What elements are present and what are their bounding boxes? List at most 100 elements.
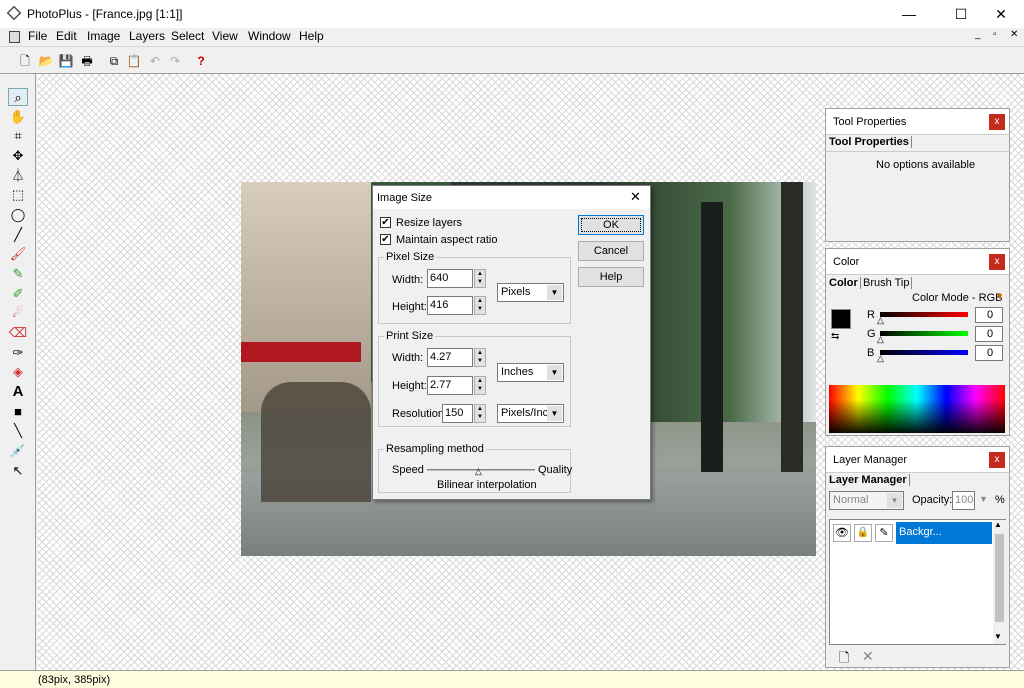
pixel-height-input[interactable]: 416 bbox=[427, 296, 473, 315]
resolution-unit-select[interactable]: Pixels/Inch ▼ bbox=[497, 404, 564, 423]
print-width-input[interactable]: 4.27 bbox=[427, 348, 473, 367]
opacity-input[interactable]: 100 bbox=[952, 491, 975, 510]
blue-slider[interactable] bbox=[880, 350, 968, 355]
move-icon[interactable]: ✥ bbox=[8, 147, 28, 165]
tab-layer-manager[interactable]: Layer Manager bbox=[829, 474, 910, 486]
color-mode-label[interactable]: Color Mode - RGB bbox=[912, 292, 1002, 304]
open-icon[interactable]: 📂 bbox=[37, 52, 55, 70]
rectangle-select-icon[interactable]: ⬚ bbox=[8, 186, 28, 204]
minimize-button[interactable]: — bbox=[886, 0, 932, 28]
clone-icon[interactable]: ✐ bbox=[8, 285, 28, 303]
print-icon[interactable]: 🖶 bbox=[78, 52, 96, 70]
eye-icon[interactable]: 👁 bbox=[833, 524, 851, 542]
pointer-icon[interactable]: ↖ bbox=[8, 462, 28, 480]
mdi-restore-button[interactable]: ▫ bbox=[993, 29, 997, 40]
layer-name[interactable]: Backgr... bbox=[896, 522, 992, 544]
redo-icon[interactable]: ↷ bbox=[166, 52, 184, 70]
copy-icon[interactable]: ⧉ bbox=[105, 52, 123, 70]
blue-value-input[interactable]: 0 bbox=[975, 345, 1003, 361]
delete-layer-icon[interactable]: ✕ bbox=[862, 648, 874, 665]
ellipse-select-icon[interactable]: ◯ bbox=[8, 206, 28, 224]
fill-icon[interactable]: ◈ bbox=[8, 363, 28, 381]
color-spectrum[interactable] bbox=[829, 385, 1005, 433]
blend-mode-select[interactable]: Normal ▼ bbox=[829, 491, 904, 510]
deform-icon[interactable]: ⏃ bbox=[8, 167, 28, 185]
menu-view[interactable]: View bbox=[212, 29, 238, 43]
red-value-input[interactable]: 0 bbox=[975, 307, 1003, 323]
blue-slider-thumb[interactable]: △ bbox=[877, 353, 884, 364]
color-close-button[interactable]: x bbox=[989, 254, 1005, 270]
pixel-width-spinner[interactable]: ▲ ▼ bbox=[474, 269, 486, 288]
pixel-width-input[interactable]: 640 bbox=[427, 269, 473, 288]
resampling-slider-thumb[interactable]: △ bbox=[475, 466, 482, 477]
crop-icon[interactable]: ⌗ bbox=[8, 127, 28, 145]
resize-layers-checkbox[interactable]: ✔ bbox=[380, 217, 391, 228]
resolution-spinner[interactable]: ▲ ▼ bbox=[474, 404, 486, 423]
tab-brush-tip[interactable]: Brush Tip bbox=[863, 277, 913, 289]
new-layer-icon[interactable]: 🗋 bbox=[839, 649, 849, 671]
menu-layers[interactable]: Layers bbox=[129, 29, 165, 43]
paintbrush-icon[interactable]: 🖌 bbox=[8, 245, 28, 263]
eraser-icon[interactable]: ⌫ bbox=[8, 324, 28, 342]
smudge-icon[interactable]: ☄ bbox=[8, 304, 28, 322]
green-value-input[interactable]: 0 bbox=[975, 326, 1003, 342]
green-slider-thumb[interactable]: △ bbox=[877, 334, 884, 345]
print-height-input[interactable]: 2.77 bbox=[427, 376, 473, 395]
paste-icon[interactable]: 📋 bbox=[125, 52, 143, 70]
color-mode-chevron-icon[interactable]: ▼ bbox=[995, 291, 1004, 301]
pencil-icon[interactable]: ✎ bbox=[8, 265, 28, 283]
line-icon[interactable]: ╲ bbox=[8, 422, 28, 440]
scroll-down-icon[interactable]: ▼ bbox=[994, 632, 1002, 641]
color-picker-icon[interactable]: 💉 bbox=[8, 442, 28, 460]
scroll-up-icon[interactable]: ▲ bbox=[994, 520, 1002, 529]
line-brush-icon[interactable]: ╱ bbox=[8, 226, 28, 244]
app-icon bbox=[6, 5, 22, 21]
layer-row[interactable]: 👁 🔒 ✎ Backgr... bbox=[830, 522, 992, 544]
cancel-button[interactable]: Cancel bbox=[578, 241, 644, 261]
menu-edit[interactable]: Edit bbox=[56, 29, 77, 43]
ok-button[interactable]: OK bbox=[578, 215, 644, 235]
opacity-chevron-icon[interactable]: ▼ bbox=[979, 494, 988, 504]
print-width-spinner[interactable]: ▲ ▼ bbox=[474, 348, 486, 367]
menu-help[interactable]: Help bbox=[299, 29, 324, 43]
retouch-icon[interactable]: ✑ bbox=[8, 344, 28, 362]
help-button[interactable]: Help bbox=[578, 267, 644, 287]
menu-file[interactable]: File bbox=[28, 29, 47, 43]
menu-window[interactable]: Window bbox=[248, 29, 291, 43]
zoom-icon[interactable]: ⌕ bbox=[8, 88, 28, 106]
scroll-thumb[interactable] bbox=[995, 534, 1004, 622]
foreground-color-swatch[interactable] bbox=[831, 309, 851, 329]
dialog-close-icon[interactable]: ✕ bbox=[630, 189, 641, 205]
menu-image[interactable]: Image bbox=[87, 29, 120, 43]
tab-color[interactable]: Color bbox=[829, 277, 861, 289]
pixel-unit-select[interactable]: Pixels ▼ bbox=[497, 283, 564, 302]
new-icon[interactable]: 🗋 bbox=[16, 52, 34, 70]
swap-colors-icon[interactable]: ⇆ bbox=[831, 331, 839, 342]
layer-list-scrollbar[interactable]: ▲ ▼ bbox=[993, 520, 1006, 644]
color-title: Color bbox=[833, 256, 860, 268]
red-slider-thumb[interactable]: △ bbox=[877, 315, 884, 326]
pixel-height-spinner[interactable]: ▲ ▼ bbox=[474, 296, 486, 315]
menu-select[interactable]: Select bbox=[171, 29, 204, 43]
print-unit-select[interactable]: Inches ▼ bbox=[497, 363, 564, 382]
shape-icon[interactable]: ■ bbox=[8, 403, 28, 421]
hand-icon[interactable]: ✋ bbox=[8, 108, 28, 126]
red-slider[interactable] bbox=[880, 312, 968, 317]
layer-manager-close-button[interactable]: x bbox=[989, 452, 1005, 468]
tab-tool-properties[interactable]: Tool Properties bbox=[829, 136, 912, 148]
green-slider[interactable] bbox=[880, 331, 968, 336]
brush-mask-icon[interactable]: ✎ bbox=[875, 524, 893, 542]
blend-mode-value: Normal bbox=[833, 494, 869, 506]
maintain-aspect-checkbox[interactable]: ✔ bbox=[380, 234, 391, 245]
print-height-spinner[interactable]: ▲ ▼ bbox=[474, 376, 486, 395]
resolution-input[interactable]: 150 bbox=[442, 404, 473, 423]
close-button[interactable]: ✕ bbox=[978, 0, 1024, 28]
save-icon[interactable]: 💾 bbox=[57, 52, 75, 70]
mdi-close-button[interactable]: ✕ bbox=[1010, 29, 1018, 40]
tool-properties-close-button[interactable]: x bbox=[989, 114, 1005, 130]
text-icon[interactable]: A bbox=[8, 383, 28, 401]
mdi-minimize-button[interactable]: _ bbox=[975, 29, 981, 40]
lock-icon[interactable]: 🔒 bbox=[854, 524, 872, 542]
help-icon[interactable]: ? bbox=[192, 52, 210, 70]
undo-icon[interactable]: ↶ bbox=[146, 52, 164, 70]
